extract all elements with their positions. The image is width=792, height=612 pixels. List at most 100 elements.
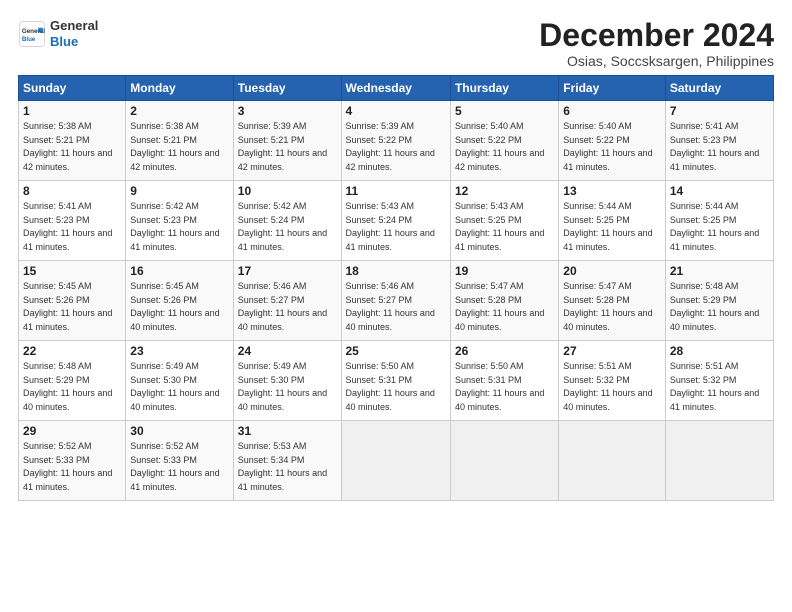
calendar-day-cell: 20 Sunrise: 5:47 AM Sunset: 5:28 PM Dayl…: [559, 261, 666, 341]
day-number: 5: [455, 104, 554, 118]
day-number: 9: [130, 184, 228, 198]
day-number: 24: [238, 344, 337, 358]
calendar-week-row: 22 Sunrise: 5:48 AM Sunset: 5:29 PM Dayl…: [19, 341, 774, 421]
day-info: Sunrise: 5:52 AM Sunset: 5:33 PM Dayligh…: [23, 440, 121, 494]
day-info: Sunrise: 5:46 AM Sunset: 5:27 PM Dayligh…: [238, 280, 337, 334]
day-info: Sunrise: 5:50 AM Sunset: 5:31 PM Dayligh…: [346, 360, 446, 414]
calendar-day-cell: 15 Sunrise: 5:45 AM Sunset: 5:26 PM Dayl…: [19, 261, 126, 341]
calendar-table: SundayMondayTuesdayWednesdayThursdayFrid…: [18, 75, 774, 501]
calendar-day-cell: 12 Sunrise: 5:43 AM Sunset: 5:25 PM Dayl…: [450, 181, 558, 261]
day-info: Sunrise: 5:38 AM Sunset: 5:21 PM Dayligh…: [23, 120, 121, 174]
calendar-day-cell: 8 Sunrise: 5:41 AM Sunset: 5:23 PM Dayli…: [19, 181, 126, 261]
calendar-day-cell: 18 Sunrise: 5:46 AM Sunset: 5:27 PM Dayl…: [341, 261, 450, 341]
day-number: 12: [455, 184, 554, 198]
calendar-day-cell: 24 Sunrise: 5:49 AM Sunset: 5:30 PM Dayl…: [233, 341, 341, 421]
calendar-body: 1 Sunrise: 5:38 AM Sunset: 5:21 PM Dayli…: [19, 101, 774, 501]
calendar-day-cell: 1 Sunrise: 5:38 AM Sunset: 5:21 PM Dayli…: [19, 101, 126, 181]
subtitle: Osias, Soccsksargen, Philippines: [539, 53, 774, 69]
day-number: 18: [346, 264, 446, 278]
title-block: December 2024 Osias, Soccsksargen, Phili…: [539, 18, 774, 69]
calendar-day-cell: [341, 421, 450, 501]
calendar-week-row: 1 Sunrise: 5:38 AM Sunset: 5:21 PM Dayli…: [19, 101, 774, 181]
day-number: 4: [346, 104, 446, 118]
calendar-week-row: 29 Sunrise: 5:52 AM Sunset: 5:33 PM Dayl…: [19, 421, 774, 501]
day-number: 7: [670, 104, 769, 118]
calendar-day-cell: 13 Sunrise: 5:44 AM Sunset: 5:25 PM Dayl…: [559, 181, 666, 261]
calendar-day-cell: 4 Sunrise: 5:39 AM Sunset: 5:22 PM Dayli…: [341, 101, 450, 181]
day-info: Sunrise: 5:46 AM Sunset: 5:27 PM Dayligh…: [346, 280, 446, 334]
day-number: 13: [563, 184, 661, 198]
svg-text:Blue: Blue: [22, 36, 36, 43]
calendar-week-row: 8 Sunrise: 5:41 AM Sunset: 5:23 PM Dayli…: [19, 181, 774, 261]
day-of-week-header: Friday: [559, 76, 666, 101]
day-number: 1: [23, 104, 121, 118]
day-info: Sunrise: 5:51 AM Sunset: 5:32 PM Dayligh…: [563, 360, 661, 414]
calendar-day-cell: 29 Sunrise: 5:52 AM Sunset: 5:33 PM Dayl…: [19, 421, 126, 501]
calendar-day-cell: 5 Sunrise: 5:40 AM Sunset: 5:22 PM Dayli…: [450, 101, 558, 181]
day-number: 29: [23, 424, 121, 438]
day-number: 30: [130, 424, 228, 438]
day-info: Sunrise: 5:45 AM Sunset: 5:26 PM Dayligh…: [23, 280, 121, 334]
calendar-day-cell: 9 Sunrise: 5:42 AM Sunset: 5:23 PM Dayli…: [126, 181, 233, 261]
calendar-day-cell: 17 Sunrise: 5:46 AM Sunset: 5:27 PM Dayl…: [233, 261, 341, 341]
day-info: Sunrise: 5:42 AM Sunset: 5:23 PM Dayligh…: [130, 200, 228, 254]
day-info: Sunrise: 5:43 AM Sunset: 5:24 PM Dayligh…: [346, 200, 446, 254]
day-info: Sunrise: 5:44 AM Sunset: 5:25 PM Dayligh…: [563, 200, 661, 254]
day-number: 21: [670, 264, 769, 278]
day-of-week-header: Tuesday: [233, 76, 341, 101]
calendar-week-row: 15 Sunrise: 5:45 AM Sunset: 5:26 PM Dayl…: [19, 261, 774, 341]
day-info: Sunrise: 5:53 AM Sunset: 5:34 PM Dayligh…: [238, 440, 337, 494]
calendar-day-cell: 7 Sunrise: 5:41 AM Sunset: 5:23 PM Dayli…: [665, 101, 773, 181]
day-info: Sunrise: 5:44 AM Sunset: 5:25 PM Dayligh…: [670, 200, 769, 254]
day-number: 31: [238, 424, 337, 438]
day-info: Sunrise: 5:39 AM Sunset: 5:22 PM Dayligh…: [346, 120, 446, 174]
calendar-day-cell: 26 Sunrise: 5:50 AM Sunset: 5:31 PM Dayl…: [450, 341, 558, 421]
calendar-day-cell: 30 Sunrise: 5:52 AM Sunset: 5:33 PM Dayl…: [126, 421, 233, 501]
calendar-day-cell: 27 Sunrise: 5:51 AM Sunset: 5:32 PM Dayl…: [559, 341, 666, 421]
calendar-day-cell: [559, 421, 666, 501]
calendar-day-cell: 31 Sunrise: 5:53 AM Sunset: 5:34 PM Dayl…: [233, 421, 341, 501]
day-number: 26: [455, 344, 554, 358]
day-info: Sunrise: 5:39 AM Sunset: 5:21 PM Dayligh…: [238, 120, 337, 174]
day-info: Sunrise: 5:51 AM Sunset: 5:32 PM Dayligh…: [670, 360, 769, 414]
day-info: Sunrise: 5:41 AM Sunset: 5:23 PM Dayligh…: [23, 200, 121, 254]
day-of-week-header: Wednesday: [341, 76, 450, 101]
day-info: Sunrise: 5:48 AM Sunset: 5:29 PM Dayligh…: [23, 360, 121, 414]
day-number: 11: [346, 184, 446, 198]
calendar-day-cell: 16 Sunrise: 5:45 AM Sunset: 5:26 PM Dayl…: [126, 261, 233, 341]
calendar-day-cell: 23 Sunrise: 5:49 AM Sunset: 5:30 PM Dayl…: [126, 341, 233, 421]
day-info: Sunrise: 5:50 AM Sunset: 5:31 PM Dayligh…: [455, 360, 554, 414]
day-number: 3: [238, 104, 337, 118]
day-number: 15: [23, 264, 121, 278]
calendar-header-row: SundayMondayTuesdayWednesdayThursdayFrid…: [19, 76, 774, 101]
day-number: 23: [130, 344, 228, 358]
calendar-day-cell: 14 Sunrise: 5:44 AM Sunset: 5:25 PM Dayl…: [665, 181, 773, 261]
day-number: 8: [23, 184, 121, 198]
day-number: 10: [238, 184, 337, 198]
calendar-day-cell: 10 Sunrise: 5:42 AM Sunset: 5:24 PM Dayl…: [233, 181, 341, 261]
day-info: Sunrise: 5:52 AM Sunset: 5:33 PM Dayligh…: [130, 440, 228, 494]
day-number: 19: [455, 264, 554, 278]
day-info: Sunrise: 5:45 AM Sunset: 5:26 PM Dayligh…: [130, 280, 228, 334]
day-info: Sunrise: 5:48 AM Sunset: 5:29 PM Dayligh…: [670, 280, 769, 334]
day-number: 2: [130, 104, 228, 118]
day-info: Sunrise: 5:49 AM Sunset: 5:30 PM Dayligh…: [130, 360, 228, 414]
day-info: Sunrise: 5:41 AM Sunset: 5:23 PM Dayligh…: [670, 120, 769, 174]
calendar-day-cell: [450, 421, 558, 501]
calendar-day-cell: 22 Sunrise: 5:48 AM Sunset: 5:29 PM Dayl…: [19, 341, 126, 421]
day-number: 17: [238, 264, 337, 278]
day-info: Sunrise: 5:43 AM Sunset: 5:25 PM Dayligh…: [455, 200, 554, 254]
day-info: Sunrise: 5:49 AM Sunset: 5:30 PM Dayligh…: [238, 360, 337, 414]
calendar-day-cell: 6 Sunrise: 5:40 AM Sunset: 5:22 PM Dayli…: [559, 101, 666, 181]
calendar-day-cell: 19 Sunrise: 5:47 AM Sunset: 5:28 PM Dayl…: [450, 261, 558, 341]
day-info: Sunrise: 5:38 AM Sunset: 5:21 PM Dayligh…: [130, 120, 228, 174]
calendar-day-cell: 25 Sunrise: 5:50 AM Sunset: 5:31 PM Dayl…: [341, 341, 450, 421]
calendar-day-cell: 3 Sunrise: 5:39 AM Sunset: 5:21 PM Dayli…: [233, 101, 341, 181]
day-number: 22: [23, 344, 121, 358]
day-of-week-header: Monday: [126, 76, 233, 101]
main-title: December 2024: [539, 18, 774, 53]
day-info: Sunrise: 5:42 AM Sunset: 5:24 PM Dayligh…: [238, 200, 337, 254]
header: General Blue General Blue December 2024 …: [18, 18, 774, 69]
day-info: Sunrise: 5:40 AM Sunset: 5:22 PM Dayligh…: [455, 120, 554, 174]
calendar-day-cell: 11 Sunrise: 5:43 AM Sunset: 5:24 PM Dayl…: [341, 181, 450, 261]
